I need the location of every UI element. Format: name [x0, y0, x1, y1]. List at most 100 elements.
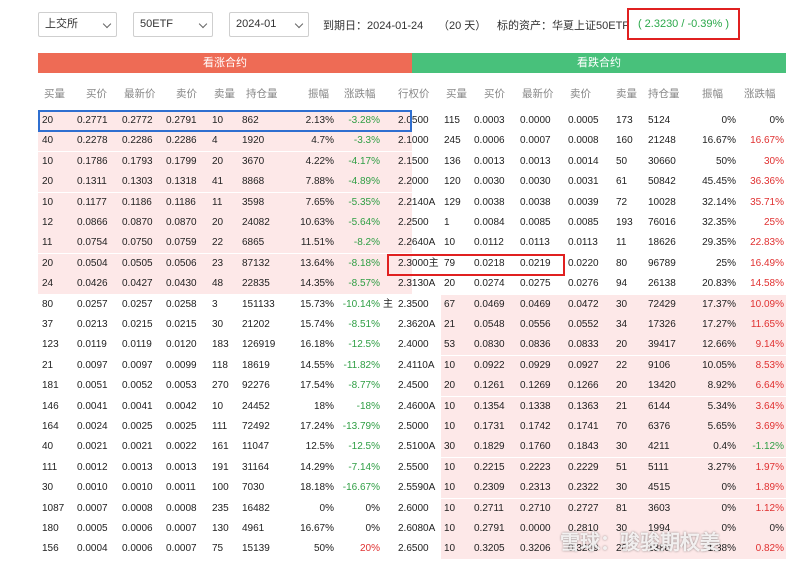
put-cell: 0.1829 [474, 441, 505, 453]
put-cell: 10 [444, 523, 456, 534]
put-cell: 6376 [648, 421, 671, 432]
put-cell: 3.69% [755, 421, 784, 432]
put-cell: 32.35% [702, 217, 736, 228]
call-cell: 16.67% [300, 523, 334, 534]
put-header-4[interactable]: 卖量 [616, 86, 637, 101]
put-cell: 1.12% [755, 502, 784, 514]
put-cell: 10 [444, 543, 456, 555]
call-header-4[interactable]: 卖量 [214, 86, 235, 101]
strike-header[interactable]: 行权价 [398, 86, 430, 101]
call-header-1[interactable]: 买价 [86, 86, 107, 101]
put-cell: 26138 [648, 278, 676, 290]
month-select[interactable]: 2024-01 [229, 12, 309, 37]
call-cell: 0.0505 [122, 257, 153, 269]
underlying-select[interactable]: 50ETF [133, 12, 213, 37]
put-cell: 39417 [648, 339, 676, 351]
call-cell: 0.1303 [122, 176, 153, 188]
call-cell: 0.0025 [122, 421, 153, 432]
call-cell: 4.22% [305, 155, 334, 167]
put-cell: 0.0013 [520, 155, 551, 167]
put-cell: 29.35% [702, 237, 736, 249]
call-cell: 0.0042 [166, 400, 197, 412]
put-cell: 81 [616, 502, 628, 514]
put-cell: 50% [715, 155, 736, 167]
call-cell: 0.0119 [77, 339, 107, 351]
put-cell: 0.4% [713, 441, 736, 453]
call-header-3[interactable]: 卖价 [176, 86, 197, 101]
call-header-7[interactable]: 涨跌幅 [344, 86, 376, 101]
strike-price: 2.6080A [398, 523, 436, 534]
call-cell: 0.0010 [122, 482, 153, 494]
call-header-6[interactable]: 振幅 [308, 86, 329, 101]
put-header-6[interactable]: 振幅 [702, 86, 723, 101]
days-to-expiry: （20 天） [438, 20, 487, 32]
put-cell: 4515 [648, 482, 671, 494]
call-cell: 11 [212, 196, 223, 208]
strike-price: 2.2500 [398, 217, 429, 228]
put-cell: 0.0220 [568, 257, 599, 269]
put-cell: 9106 [648, 359, 671, 371]
put-header-1[interactable]: 买价 [484, 86, 505, 101]
call-header-2[interactable]: 最新价 [124, 86, 156, 101]
call-cell: 16482 [242, 502, 270, 514]
put-cell: 0.0276 [568, 278, 599, 290]
call-cell: 0.0053 [166, 380, 197, 392]
put-cell: 30 [616, 482, 628, 494]
chevron-down-icon [102, 19, 112, 29]
call-cell: 24082 [242, 217, 270, 228]
put-cell: 0.0929 [520, 359, 551, 371]
call-cell: 11 [42, 237, 53, 249]
put-cell: 120 [444, 176, 461, 188]
call-cell: 0.0010 [77, 482, 108, 494]
call-cell: 0.0005 [77, 523, 108, 534]
put-cell: 20 [444, 380, 456, 392]
call-cell: -5.35% [348, 196, 380, 208]
put-header-2[interactable]: 最新价 [522, 86, 554, 101]
strike-price: 2.5500 [398, 461, 429, 473]
put-cell: 17.37% [702, 298, 736, 310]
put-header-0[interactable]: 买量 [446, 86, 467, 101]
put-cell: 193 [616, 217, 633, 228]
put-cell: 0.0003 [474, 115, 505, 126]
put-cell: 0.0000 [520, 523, 551, 534]
call-cell: 0.0870 [166, 217, 197, 228]
call-cell: 270 [212, 380, 229, 392]
put-cell: 0.2710 [520, 502, 551, 514]
put-cell: 11.65% [750, 319, 784, 330]
put-cell: 0.2229 [568, 461, 599, 473]
put-header-5[interactable]: 持仓量 [648, 86, 680, 101]
call-cell: 12 [42, 217, 54, 228]
put-cell: 72429 [648, 298, 676, 310]
call-cell: 0.0013 [166, 461, 197, 473]
call-header-5[interactable]: 持仓量 [246, 86, 278, 101]
call-cell: 0.0504 [77, 257, 108, 269]
underlying-price-change: ( 2.3230 / -0.39% ) [627, 8, 740, 40]
call-cell: 18619 [242, 359, 270, 371]
put-cell: 20.83% [702, 278, 736, 290]
chevron-down-icon [198, 19, 208, 29]
call-cell: -18% [356, 400, 380, 412]
put-cell: 35.71% [750, 196, 784, 208]
put-header-7[interactable]: 涨跌幅 [744, 86, 776, 101]
strike-price: 2.5000 [398, 421, 429, 432]
strike-price: 2.1000 [398, 135, 429, 147]
call-cell: 50% [313, 543, 334, 555]
put-cell: 34 [616, 319, 628, 330]
put-header-3[interactable]: 卖价 [570, 86, 591, 101]
call-cell: 30 [42, 482, 54, 494]
call-cell: 0.0215 [122, 319, 153, 330]
put-cell: 5124 [648, 115, 671, 126]
call-cell: 0.1311 [77, 176, 107, 188]
call-cell: -8.18% [348, 257, 380, 269]
put-cell: 6144 [648, 400, 671, 412]
exchange-select[interactable]: 上交所 [38, 12, 117, 37]
call-cell: 0.0041 [122, 400, 153, 412]
toolbar: 上交所 50ETF 2024-01 到期日：2024-01-24 （20 天） … [0, 0, 800, 50]
put-cell: 0.0013 [474, 155, 505, 167]
put-cell: 0.0922 [474, 359, 505, 371]
put-cell: 0.0472 [568, 298, 599, 310]
call-cell: 8868 [242, 176, 265, 188]
call-cell: 0.0120 [166, 339, 197, 351]
call-header-0[interactable]: 买量 [44, 86, 65, 101]
put-cell: 8.92% [707, 380, 736, 392]
